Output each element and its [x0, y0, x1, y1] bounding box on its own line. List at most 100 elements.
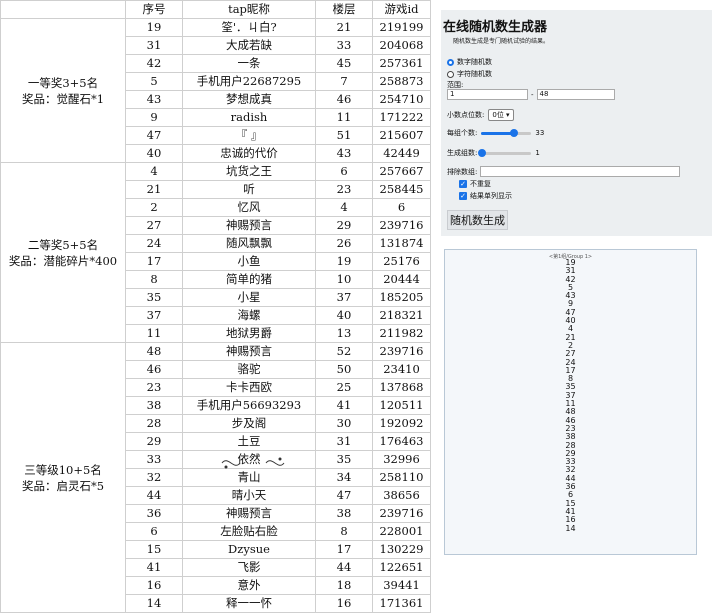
groups-value: 1 — [535, 149, 540, 157]
cell-game-id: 211982 — [372, 324, 431, 343]
cell-game-id: 6 — [372, 198, 431, 217]
cell-game-id: 130229 — [372, 540, 431, 559]
cell-game-id: 171222 — [372, 108, 431, 127]
cell-floor: 33 — [315, 36, 373, 55]
mode-string-radio[interactable]: 字符随机数 — [447, 69, 492, 79]
slider-knob-icon[interactable] — [478, 148, 487, 157]
cell-index: 38 — [125, 396, 183, 415]
cell-floor: 45 — [315, 54, 373, 73]
cell-nickname: 神赐预言 — [182, 504, 316, 523]
cell-game-id: 239716 — [372, 504, 431, 523]
cell-game-id: 254710 — [372, 90, 431, 109]
cell-floor: 8 — [315, 522, 373, 541]
cell-floor: 16 — [315, 594, 373, 613]
exclude-input[interactable] — [480, 166, 681, 177]
range-max-input[interactable]: 48 — [536, 89, 615, 100]
cell-nickname: 忆风 — [182, 198, 316, 217]
cell-game-id: 239716 — [372, 342, 431, 361]
cell-index: 28 — [125, 414, 183, 433]
cell-nickname: 『 』 — [182, 126, 316, 145]
table-header-row: 序号 tap昵称 楼层 游戏id — [0, 0, 431, 19]
groups-slider[interactable] — [478, 148, 532, 157]
mode-number-radio[interactable]: 数字随机数 — [447, 57, 492, 67]
result-number: 14 — [565, 523, 576, 533]
cell-floor: 35 — [315, 450, 373, 469]
cell-index: 36 — [125, 504, 183, 523]
cell-floor: 47 — [315, 486, 373, 505]
cell-index: 23 — [125, 378, 183, 397]
cell-game-id: 204068 — [372, 36, 431, 55]
cell-game-id: 176463 — [372, 432, 431, 451]
cell-index: 27 — [125, 216, 183, 235]
header-group-blank — [0, 0, 126, 19]
column-display-checkbox[interactable]: ✓ 结果单列显示 — [459, 191, 512, 201]
cell-game-id: 258445 — [372, 180, 431, 199]
cell-game-id: 137868 — [372, 378, 431, 397]
cell-index: 35 — [125, 288, 183, 307]
cell-game-id: 171361 — [372, 594, 431, 613]
cell-game-id: 42449 — [372, 144, 431, 163]
cell-index: 32 — [125, 468, 183, 487]
generator-title: 在线随机数生成器 — [443, 20, 548, 35]
cell-index: 40 — [125, 144, 183, 163]
result-output-box[interactable]: <第1组/Group 1> 19 31 42 5 43 9 47 40 4 21 2 27 24 17 8 3… — [444, 249, 697, 555]
cell-game-id: 218321 — [372, 306, 431, 325]
checkbox-checked-icon: ✓ — [459, 180, 467, 188]
prize-group-cell: 三等级10+5名 奖品：启灵石*5 — [0, 342, 126, 613]
cell-floor: 41 — [315, 396, 373, 415]
cell-floor: 21 — [315, 18, 373, 37]
cell-game-id: 25176 — [372, 252, 431, 271]
cell-game-id: 23410 — [372, 360, 431, 379]
cell-floor: 30 — [315, 414, 373, 433]
cell-floor: 26 — [315, 234, 373, 253]
cell-nickname: 海螺 — [182, 306, 316, 325]
cell-game-id: 257361 — [372, 54, 431, 73]
cell-floor: 51 — [315, 126, 373, 145]
cell-nickname: 骆驼 — [182, 360, 316, 379]
table-row: 一等奖3+5名 奖品：觉醒石*1 19 筌'．ㄐ白? 21 219199 — [0, 18, 431, 163]
cell-nickname: 小鱼 — [182, 252, 316, 271]
cell-game-id: 122651 — [372, 558, 431, 577]
cell-floor: 18 — [315, 576, 373, 595]
cell-floor: 10 — [315, 270, 373, 289]
no-repeat-checkbox[interactable]: ✓ 不重复 — [459, 179, 491, 189]
range-min-input[interactable]: 1 — [447, 89, 528, 100]
header-game-id: 游戏id — [372, 0, 431, 19]
count-label: 每组个数: — [447, 129, 478, 137]
decimals-label: 小数点位数: — [447, 111, 485, 119]
cell-nickname: 释一一怀 — [182, 594, 316, 613]
generator-subtitle: 随机数生成是专门随机试验的结果。 — [453, 38, 550, 45]
cell-floor: 4 — [315, 198, 373, 217]
generate-button[interactable]: 随机数生成 — [447, 210, 508, 230]
cell-game-id: 257667 — [372, 162, 431, 181]
cell-game-id: 32996 — [372, 450, 431, 469]
slider-knob-icon[interactable] — [510, 128, 519, 137]
cell-floor: 7 — [315, 72, 373, 91]
cell-nickname: 卡卡西欧 — [182, 378, 316, 397]
cell-index: 41 — [125, 558, 183, 577]
cell-game-id: 185205 — [372, 288, 431, 307]
cell-floor: 17 — [315, 540, 373, 559]
cell-floor: 31 — [315, 432, 373, 451]
cell-floor: 6 — [315, 162, 373, 181]
cell-nickname: 飞影 — [182, 558, 316, 577]
cell-index: 2 — [125, 198, 183, 217]
cell-nickname: 忠诚的代价 — [182, 144, 316, 163]
cell-game-id: 258110 — [372, 468, 431, 487]
radio-empty-icon — [447, 70, 454, 78]
cell-nickname: 意外 — [182, 576, 316, 595]
header-index: 序号 — [125, 0, 183, 19]
cell-index: 8 — [125, 270, 183, 289]
ornament-decoration — [221, 457, 285, 469]
count-slider[interactable] — [481, 128, 532, 137]
decimals-select[interactable]: 0位 ▾ — [488, 109, 514, 121]
header-nickname: tap昵称 — [182, 0, 316, 19]
cell-index: 4 — [125, 162, 183, 181]
cell-nickname: 神赐预言 — [182, 216, 316, 235]
cell-floor: 52 — [315, 342, 373, 361]
cell-index: 11 — [125, 324, 183, 343]
cell-index: 42 — [125, 54, 183, 73]
cell-index: 29 — [125, 432, 183, 451]
prize-group-reward: 奖品：潜能碎片*400 — [8, 253, 118, 268]
cell-game-id: 219199 — [372, 18, 431, 37]
